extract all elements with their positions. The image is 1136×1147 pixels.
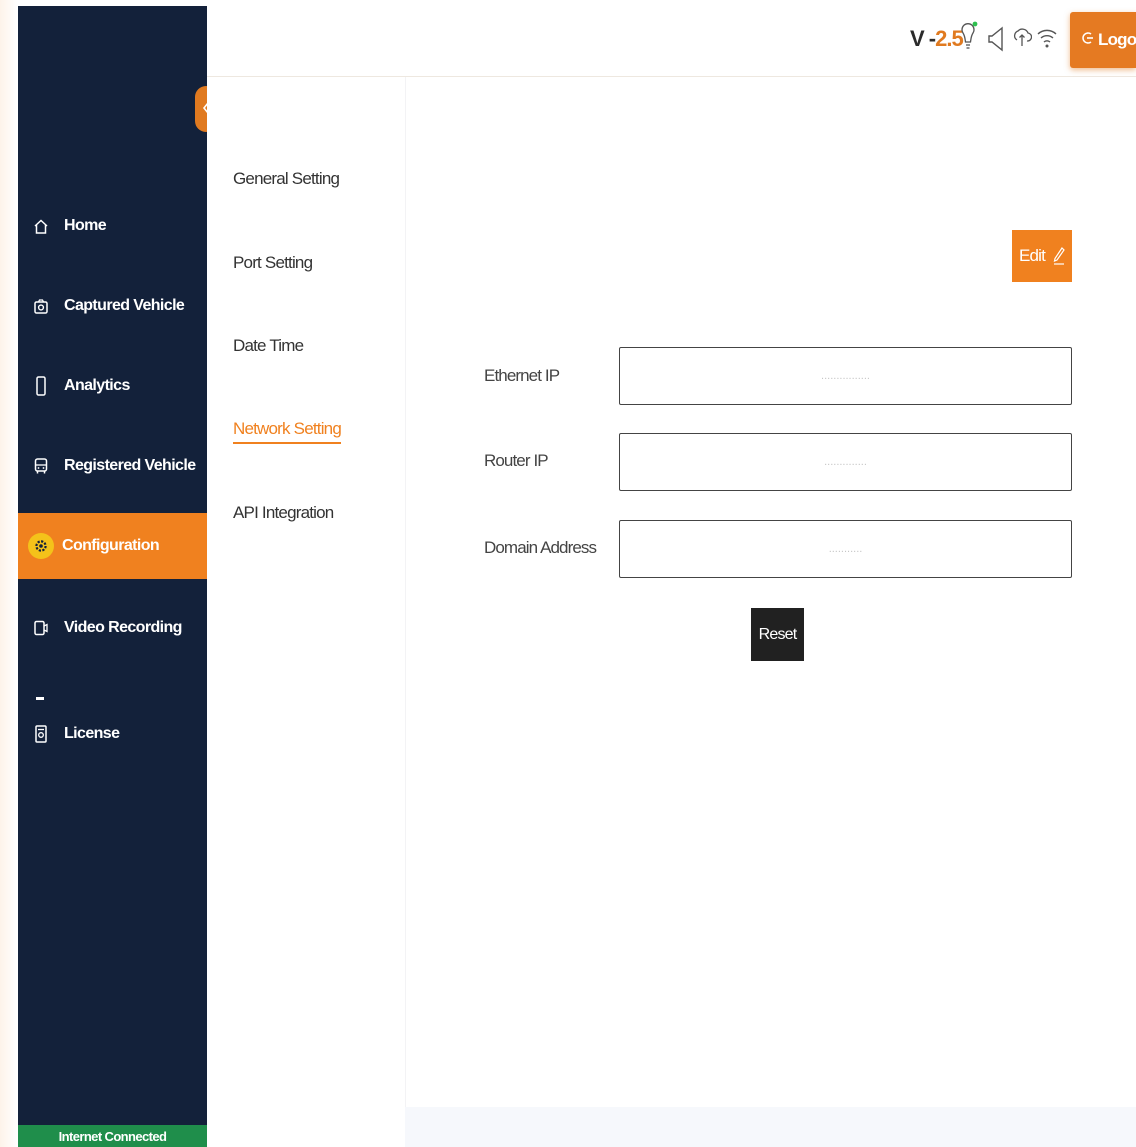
bulb-icon[interactable] [957,20,979,56]
video-icon [32,619,50,637]
domain-address-label: Domain Address [484,538,597,557]
analytics-icon [32,376,50,396]
sidebar-item-label: Registered Vehicle [64,457,196,474]
sidebar-item-license[interactable]: License [18,701,207,767]
router-ip-input[interactable] [619,433,1072,491]
tab-api-integration[interactable]: API Integration [233,503,334,523]
sidebar-item-label: License [64,725,120,742]
sidebar-item-captured-vehicle[interactable]: Captured Vehicle [18,273,207,339]
license-icon [32,725,50,743]
tab-date-time[interactable]: Date Time [233,336,304,356]
ethernet-ip-label: Ethernet IP [484,366,560,385]
logout-button[interactable]: Logout [1070,12,1136,68]
sidebar-item-label: Captured Vehicle [64,297,185,314]
router-ip-label: Router IP [484,451,549,470]
sidebar-item-label: Configuration [62,537,160,554]
logout-icon [1082,31,1094,49]
sidebar-item-label: Analytics [64,377,130,394]
sidebar-item-video-recording[interactable]: Video Recording [18,595,207,661]
gear-icon [28,533,54,559]
tab-general-setting[interactable]: General Setting [233,169,340,189]
sidebar-item-configuration[interactable]: Configuration [18,513,207,579]
settings-nav: General Setting Port Setting Date Time N… [207,77,405,1147]
top-bar: V -2.5 Logout [207,6,1136,77]
left-edge [0,0,18,1147]
logout-label: Logout [1098,30,1136,49]
sidebar-item-label: Video Recording [64,619,182,636]
connection-status: Internet Connected [18,1125,207,1147]
edit-label: Edit [1018,246,1046,265]
home-icon [32,217,50,235]
upload-icon[interactable] [1011,20,1033,56]
ethernet-ip-input[interactable] [619,347,1072,405]
wifi-icon[interactable] [1036,20,1058,56]
tab-port-setting[interactable]: Port Setting [233,253,313,273]
footer-strip [405,1107,1136,1147]
sidebar-item-label: Home [64,217,107,234]
bus-icon [32,457,50,475]
pencil-icon [1053,247,1065,265]
tab-network-setting[interactable]: Network Setting [233,419,342,444]
camera-icon [32,297,50,315]
version-prefix: V - [910,26,936,51]
sidebar: Home Captured Vehicle Analytics Register… [18,6,207,1147]
sidebar-item-home[interactable]: Home [18,193,207,259]
sidebar-item-analytics[interactable]: Analytics [18,353,207,419]
domain-address-input[interactable] [619,520,1072,578]
speaker-icon[interactable] [985,20,1007,56]
sidebar-item-registered-vehicle[interactable]: Registered Vehicle [18,433,207,499]
version-label: V -2.5 [910,26,964,52]
edit-button[interactable]: Edit [1012,230,1072,282]
reset-button[interactable]: Reset [751,608,804,661]
